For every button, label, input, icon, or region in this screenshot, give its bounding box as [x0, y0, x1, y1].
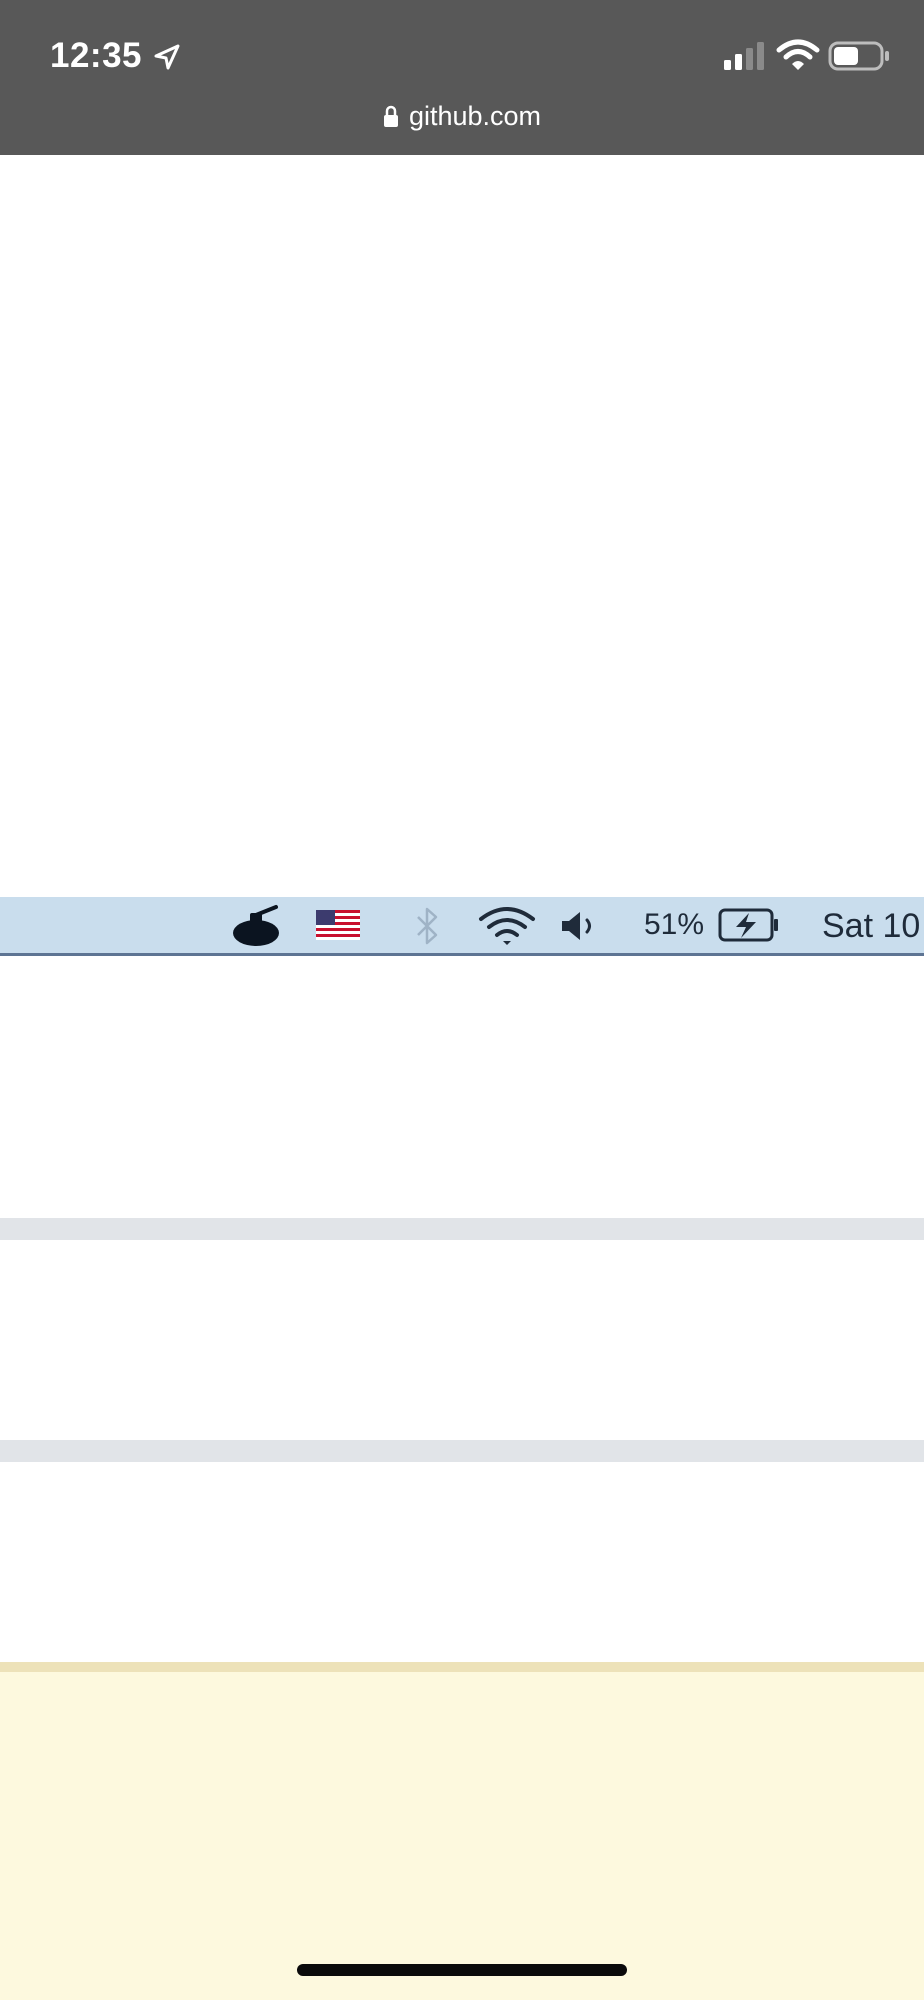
note-border [0, 1662, 924, 1672]
home-indicator[interactable] [297, 1964, 627, 1976]
battery-icon [828, 41, 889, 71]
ios-status-and-url-bar: 12:35 github.com [0, 0, 924, 155]
wifi-icon [776, 39, 820, 70]
note-area [0, 1672, 924, 2000]
battery-charging-icon [718, 908, 778, 942]
screen: 12:35 github.com 51% Sat 10 [0, 0, 924, 2000]
location-arrow-icon [154, 44, 180, 70]
wifi-icon [479, 907, 535, 945]
mac-menubar-screenshot: 51% Sat 10 [0, 897, 924, 956]
lock-icon [383, 105, 398, 127]
url-text: github.com [408, 101, 542, 131]
volume-icon [562, 912, 591, 940]
menubar-date: Sat 10 [822, 907, 921, 945]
battery-percent: 51% [644, 908, 705, 941]
section-divider [0, 1218, 924, 1240]
cellular-signal-icon [724, 42, 764, 70]
address-bar[interactable]: github.com [0, 96, 924, 136]
bluetooth-icon [417, 907, 438, 945]
app-icon [233, 905, 279, 946]
status-time: 12:35 [50, 36, 143, 75]
section-divider [0, 1440, 924, 1462]
us-flag-icon [316, 910, 360, 940]
